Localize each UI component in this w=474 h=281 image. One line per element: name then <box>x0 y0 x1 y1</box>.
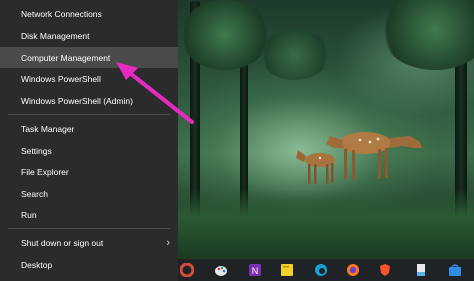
deer-illustration <box>296 132 422 184</box>
menu-item-label: Run <box>21 209 37 220</box>
menu-item-desktop[interactable]: Desktop <box>0 254 178 275</box>
menu-item-file-explorer[interactable]: File Explorer <box>0 161 178 182</box>
menu-item-label: Search <box>21 188 48 199</box>
menu-item-label: File Explorer <box>21 166 69 177</box>
menu-item-label: Computer Management <box>21 52 111 63</box>
menu-item-task-manager[interactable]: Task Manager <box>0 118 178 139</box>
menu-separator <box>8 228 170 229</box>
menu-item-windows-powershell[interactable]: Windows PowerShell <box>0 68 178 89</box>
brave-icon[interactable] <box>378 263 392 277</box>
menu-item-settings[interactable]: Settings <box>0 140 178 161</box>
menu-item-network-connections[interactable]: Network Connections <box>0 3 178 24</box>
firefox-icon[interactable] <box>346 263 360 277</box>
menu-item-label: Shut down or sign out <box>21 237 104 248</box>
menu-item-label: Task Manager <box>21 123 75 134</box>
menu-item-shut-down-or-sign-out[interactable]: Shut down or sign out › <box>0 232 178 253</box>
menu-item-label: Desktop <box>21 259 53 270</box>
quick-link-menu: Network Connections Disk Management Comp… <box>0 0 178 281</box>
forest-ground <box>178 189 474 259</box>
menu-item-run[interactable]: Run <box>0 204 178 225</box>
svg-text:N: N <box>252 266 259 276</box>
sticky-notes-icon[interactable] <box>280 263 294 277</box>
menu-item-disk-management[interactable]: Disk Management <box>0 25 178 46</box>
taskbar: N <box>178 259 474 281</box>
menu-item-search[interactable]: Search <box>0 183 178 204</box>
onenote-icon[interactable]: N <box>248 263 262 277</box>
menu-item-windows-powershell-admin[interactable]: Windows PowerShell (Admin) <box>0 90 178 111</box>
menu-item-label: Windows PowerShell <box>21 73 101 84</box>
menu-item-label: Network Connections <box>21 8 102 19</box>
menu-separator <box>8 114 170 115</box>
menu-item-computer-management[interactable]: Computer Management <box>0 47 178 68</box>
foliage <box>380 0 474 70</box>
foliage <box>260 30 330 80</box>
menu-item-label: Settings <box>21 145 52 156</box>
menu-item-label: Disk Management <box>21 30 90 41</box>
chrome-partial-icon[interactable] <box>180 263 194 277</box>
file-icon[interactable] <box>414 263 428 277</box>
chevron-right-icon: › <box>166 236 170 249</box>
edge-icon[interactable] <box>314 263 328 277</box>
paint-icon[interactable] <box>214 263 228 277</box>
menu-item-label: Windows PowerShell (Admin) <box>21 95 133 106</box>
foliage <box>180 0 270 70</box>
store-icon[interactable] <box>448 263 462 277</box>
